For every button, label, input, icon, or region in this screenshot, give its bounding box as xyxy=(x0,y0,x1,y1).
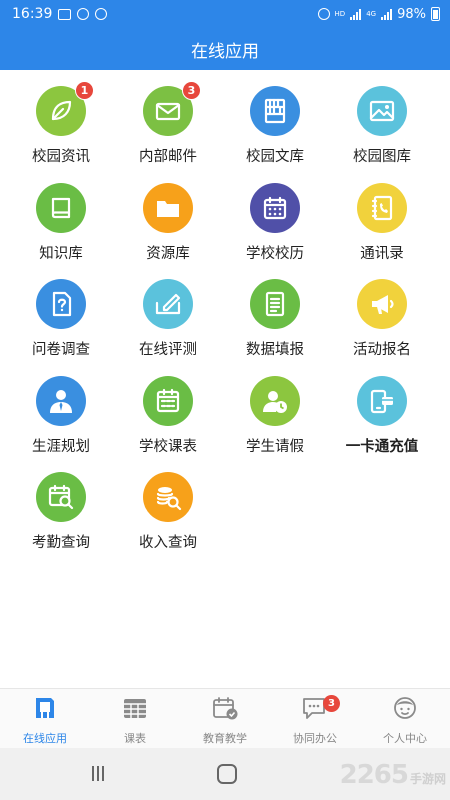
app-label: 资源库 xyxy=(146,245,190,262)
user-avatar-icon xyxy=(391,695,419,725)
app-timetable[interactable]: 学校课表 xyxy=(112,372,224,468)
app-label: 在线评测 xyxy=(139,342,197,358)
app-label: 校园图库 xyxy=(353,149,411,165)
signal-icon xyxy=(350,8,362,20)
person-tie-icon xyxy=(36,375,86,426)
app-card-phone[interactable]: 一卡通充值 xyxy=(326,372,438,468)
app-calendar[interactable]: 学校校历 xyxy=(219,179,331,275)
notification-badge: 3 xyxy=(323,695,340,712)
recent-apps-button[interactable] xyxy=(92,766,104,781)
title-bar: 在线应用 xyxy=(0,28,450,70)
status-bar: 16:39 HD 4G 98% xyxy=(0,0,450,28)
calendar-search-icon xyxy=(36,472,86,522)
page-title: 在线应用 xyxy=(191,41,259,62)
battery-icon xyxy=(431,7,440,21)
calendar-check-icon xyxy=(211,695,239,725)
alarm-clock-icon xyxy=(317,8,330,20)
app-calendar-search[interactable]: 考勤查询 xyxy=(5,468,117,564)
tab-label: 协同办公 xyxy=(293,732,337,745)
status-time: 16:39 xyxy=(12,6,53,22)
app-label: 活动报名 xyxy=(353,342,411,358)
network-type: 4G xyxy=(366,9,377,18)
bookshelf-icon xyxy=(250,86,300,136)
app-form[interactable]: 数据填报 xyxy=(219,275,331,371)
mail-icon: 3 xyxy=(143,81,201,136)
leaf-icon: 1 xyxy=(36,81,94,136)
folder-icon xyxy=(143,182,193,233)
app-megaphone[interactable]: 活动报名 xyxy=(326,275,438,371)
alarm-icon xyxy=(95,8,108,20)
signal-icon-2 xyxy=(381,8,393,20)
app-edit-box[interactable]: 在线评测 xyxy=(112,275,224,371)
watermark-logo: 2265 手游网 xyxy=(340,760,446,790)
tab-label: 课表 xyxy=(124,732,146,745)
app-label: 数据填报 xyxy=(246,342,304,358)
image-icon xyxy=(357,86,407,136)
gallery-icon xyxy=(58,8,72,20)
person-clock-icon xyxy=(250,375,300,426)
tab-timetable-tab[interactable]: 课表 xyxy=(90,689,180,748)
notification-badge: 3 xyxy=(182,81,201,100)
megaphone-icon xyxy=(357,279,407,329)
tab-label: 个人中心 xyxy=(383,732,427,745)
app-label: 校园资讯 xyxy=(32,149,90,165)
app-label: 学校校历 xyxy=(246,245,304,262)
app-person-clock[interactable]: 学生请假 xyxy=(219,372,331,468)
app-mail[interactable]: 3 内部邮件 xyxy=(112,81,224,178)
form-icon xyxy=(250,279,300,329)
battery-percent: 98% xyxy=(397,6,426,22)
app-bookshelf[interactable]: 校园文库 xyxy=(219,82,331,178)
calendar-icon xyxy=(250,182,300,233)
app-label: 内部邮件 xyxy=(139,149,197,165)
question-doc-icon xyxy=(36,279,86,329)
app-folder[interactable]: 资源库 xyxy=(112,179,224,275)
app-label: 通讯录 xyxy=(360,245,404,262)
book-icon xyxy=(36,182,86,233)
tab-label: 在线应用 xyxy=(23,732,67,745)
sync-icon xyxy=(77,8,90,20)
home-button[interactable] xyxy=(217,764,237,784)
app-label: 学校课表 xyxy=(139,438,197,455)
app-question-doc[interactable]: 问卷调查 xyxy=(5,275,117,371)
hd-indicator: HD xyxy=(334,9,346,18)
app-person-tie[interactable]: 生涯规划 xyxy=(5,372,117,468)
app-label: 一卡通充值 xyxy=(345,438,419,455)
tab-user-avatar[interactable]: 个人中心 xyxy=(360,689,450,748)
watermark-number: 2265 xyxy=(339,760,409,790)
notification-badge: 1 xyxy=(75,81,94,100)
app-label: 收入查询 xyxy=(139,535,197,551)
app-image[interactable]: 校园图库 xyxy=(326,82,438,178)
edit-box-icon xyxy=(143,279,193,329)
app-label: 生涯规划 xyxy=(32,438,90,455)
app-leaf[interactable]: 1 校园资讯 xyxy=(5,81,117,178)
app-book[interactable]: 知识库 xyxy=(5,179,117,275)
app-label: 知识库 xyxy=(39,245,83,262)
system-nav-bar: 2265 手游网 xyxy=(0,748,450,800)
coin-search-icon xyxy=(143,472,193,522)
tab-chat[interactable]: 3 协同办公 xyxy=(270,689,360,748)
app-phone-book[interactable]: 通讯录 xyxy=(326,179,438,275)
tab-apps[interactable]: 在线应用 xyxy=(0,689,90,748)
app-label: 考勤查询 xyxy=(32,535,90,551)
app-label: 问卷调查 xyxy=(32,342,90,358)
bottom-tab-bar: 在线应用 课表 教育教学 3 协同办公 个人中心 xyxy=(0,688,450,748)
card-phone-icon xyxy=(357,375,407,426)
watermark-suffix: 手游网 xyxy=(409,772,446,786)
tab-label: 教育教学 xyxy=(203,732,247,745)
app-label: 校园文库 xyxy=(246,149,304,165)
timetable-icon xyxy=(143,375,193,426)
timetable-tab-icon xyxy=(121,695,149,725)
phone-book-icon xyxy=(357,182,407,233)
apps-icon xyxy=(31,695,59,725)
app-coin-search[interactable]: 收入查询 xyxy=(112,468,224,564)
tab-calendar-check[interactable]: 教育教学 xyxy=(180,689,270,748)
app-label: 学生请假 xyxy=(246,438,304,455)
